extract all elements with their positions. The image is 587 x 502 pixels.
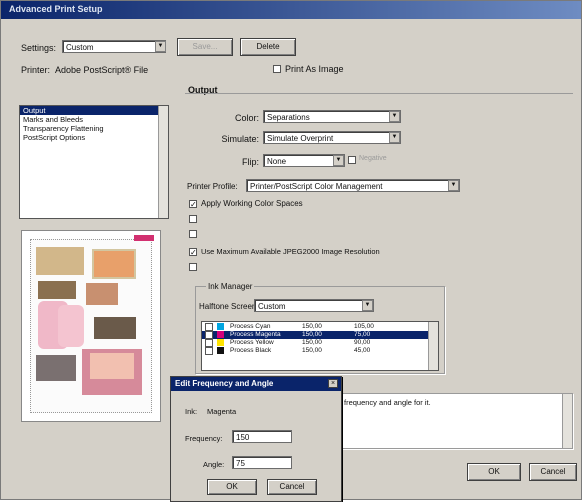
ink-swatch (217, 331, 224, 338)
frequency-label: Frequency: (185, 434, 223, 443)
ink-print-checkbox[interactable] (205, 339, 213, 347)
edit-frequency-dialog: Edit Frequency and Angle × Ink: Magenta … (170, 376, 342, 502)
preview-image-sunset (92, 249, 136, 279)
ink-swatch (217, 347, 224, 354)
ink-manager-label: Ink Manager (206, 282, 255, 291)
dialog-ok-button[interactable]: OK (207, 479, 257, 495)
description-text: frequency and angle for it. (344, 398, 431, 407)
option-checkbox-1[interactable] (189, 215, 197, 223)
printer-profile-select[interactable]: Printer/PostScript Color Management (246, 179, 460, 192)
ink-swatch (217, 339, 224, 346)
category-list: Output Marks and Bleeds Transparency Fla… (19, 105, 169, 219)
ink-name: Process Cyan (230, 323, 271, 330)
ink-name: Process Yellow (230, 339, 274, 346)
category-item-output[interactable]: Output (20, 106, 168, 115)
ink-list-scrollbar[interactable] (428, 322, 438, 370)
apply-working-label: Apply Working Color Spaces (201, 199, 303, 208)
halftone-select[interactable]: Custom (254, 299, 374, 312)
dialog-ink-label: Ink: (185, 407, 198, 416)
ink-angle: 105,00 (354, 323, 374, 330)
ink-name: Process Magenta (230, 331, 281, 338)
preview-phone-pink-2 (58, 305, 84, 347)
preview-laptop-screen (90, 353, 134, 379)
simulate-select[interactable]: Simulate Overprint (263, 131, 401, 144)
ink-frequency: 150,00 (302, 323, 322, 330)
category-scrollbar[interactable] (158, 106, 168, 218)
ink-print-checkbox[interactable] (205, 347, 213, 355)
ink-angle: 90,00 (354, 339, 371, 346)
ink-print-checkbox[interactable] (205, 331, 213, 339)
preview-image-small (86, 283, 118, 305)
preview-text-block (38, 281, 76, 299)
chevron-down-icon[interactable]: ▼ (362, 300, 373, 311)
max-resolution-checkbox[interactable]: ✓ (189, 248, 197, 257)
close-icon[interactable]: × (328, 379, 338, 388)
ink-print-checkbox[interactable] (205, 323, 213, 331)
ink-swatch (217, 323, 224, 330)
printer-label: Printer: (21, 65, 51, 75)
chevron-down-icon[interactable]: ▼ (155, 41, 166, 52)
ok-button[interactable]: OK (467, 463, 521, 481)
preview-image-photo (36, 247, 84, 275)
title-bar: Advanced Print Setup (1, 1, 581, 19)
max-resolution-label: Use Maximum Available JPEG2000 Image Res… (201, 247, 380, 256)
window-title: Advanced Print Setup (9, 4, 103, 14)
category-item-transparency-flattening[interactable]: Transparency Flattening (20, 124, 168, 133)
color-label: Color: (234, 113, 259, 123)
chevron-down-icon[interactable]: ▼ (389, 111, 400, 122)
negative-label: Negative (359, 155, 387, 162)
category-item-postscript-options[interactable]: PostScript Options (20, 133, 168, 142)
ink-row[interactable]: Process Black 150,00 45,00 (202, 347, 428, 355)
print-as-image-label: Print As Image (285, 64, 344, 74)
chevron-down-icon[interactable]: ▼ (389, 132, 400, 143)
angle-input[interactable]: 75 (232, 456, 292, 469)
ink-name: Process Black (230, 347, 272, 354)
ink-angle: 75,00 (354, 331, 371, 338)
ink-frequency: 150,00 (302, 347, 322, 354)
ink-frequency: 150,00 (302, 331, 322, 338)
dialog-title: Edit Frequency and Angle (175, 379, 274, 388)
category-item-marks-and-bleeds[interactable]: Marks and Bleeds (20, 115, 168, 124)
simulate-label: Simulate: (221, 134, 259, 144)
option-checkbox-2[interactable] (189, 230, 197, 238)
preview-text-columns (36, 355, 76, 381)
ink-frequency: 150,00 (302, 339, 322, 346)
preview-text-block-2 (94, 317, 136, 339)
delete-button[interactable]: Delete (240, 38, 296, 56)
apply-working-checkbox[interactable]: ✓ (189, 200, 197, 209)
ink-row[interactable]: Process Magenta 150,00 75,00 (202, 331, 428, 339)
frequency-input[interactable]: 150 (232, 430, 292, 443)
printer-value: Adobe PostScript® File (55, 65, 149, 75)
settings-select[interactable]: Custom (62, 40, 166, 53)
cancel-button[interactable]: Cancel (529, 463, 577, 481)
option-checkbox-3[interactable] (189, 263, 197, 271)
settings-label: Settings: (21, 43, 57, 53)
angle-label: Angle: (203, 460, 225, 469)
chevron-down-icon[interactable]: ▼ (448, 180, 459, 191)
description-scrollbar[interactable] (562, 394, 572, 448)
ink-row[interactable]: Process Yellow 150,00 90,00 (202, 339, 428, 347)
print-as-image-checkbox[interactable] (273, 65, 281, 73)
flip-label: Flip: (241, 157, 259, 167)
printer-profile-label: Printer Profile: (187, 182, 238, 191)
save-button[interactable]: Save... (177, 38, 233, 56)
page-preview (21, 230, 161, 422)
description-box: frequency and angle for it. (339, 393, 573, 449)
ink-list: Process Cyan 150,00 105,00 Process Magenta 1… (201, 321, 439, 371)
dialog-cancel-button[interactable]: Cancel (267, 479, 317, 495)
halftone-label: Halftone Screen: (199, 302, 259, 311)
dialog-title-bar: Edit Frequency and Angle (171, 377, 341, 391)
chevron-down-icon[interactable]: ▼ (333, 155, 344, 166)
preview-logo (134, 235, 154, 241)
ink-angle: 45,00 (354, 347, 371, 354)
negative-checkbox[interactable] (348, 156, 356, 164)
dialog-ink-value: Magenta (207, 407, 237, 416)
ink-row[interactable]: Process Cyan 150,00 105,00 (202, 323, 428, 331)
color-select[interactable]: Separations (263, 110, 401, 123)
output-divider (185, 93, 573, 94)
